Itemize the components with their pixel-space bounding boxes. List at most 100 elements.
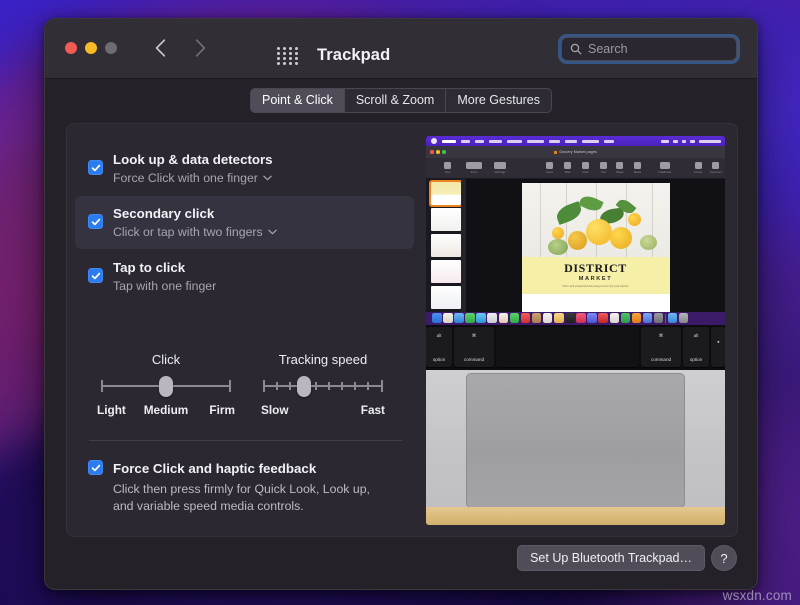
close-button[interactable]: [65, 42, 77, 54]
battery-icon: [661, 140, 669, 143]
back-button[interactable]: [149, 35, 171, 61]
set-up-bluetooth-trackpad-button[interactable]: Set Up Bluetooth Trackpad…: [517, 545, 705, 571]
checkbox-force-click[interactable]: [88, 460, 103, 475]
dock-icon-maps: [487, 313, 497, 323]
tab-more-gestures[interactable]: More Gestures: [446, 89, 551, 112]
desktop-background: Trackpad Search Point & Click Scroll & Z…: [0, 0, 800, 605]
show-all-grid-icon[interactable]: [277, 47, 301, 67]
menu-item-format: [507, 140, 522, 143]
click-slider-thumb[interactable]: [159, 376, 173, 397]
dock-icon-keynote: [610, 313, 620, 323]
preview-document-page: DISTRICT MARKET Farm style prepared food…: [522, 183, 670, 312]
menubar-clock: [699, 140, 721, 143]
dock-icon-tv: [565, 313, 575, 323]
dock-separator: [665, 314, 666, 323]
minimize-button[interactable]: [85, 42, 97, 54]
menu-item-file: [461, 140, 470, 143]
click-slider-max-label: Firm: [209, 403, 235, 417]
click-slider-group: Click Light Medium Firm: [101, 352, 231, 419]
help-button[interactable]: ?: [711, 545, 737, 571]
page-thumbnail-3: [431, 234, 461, 257]
option-force-click-and-haptic-feedback[interactable]: Force Click and haptic feedback Click th…: [75, 458, 414, 514]
dock-icon-reminders: [543, 313, 553, 323]
checkbox-tap-to-click[interactable]: [88, 268, 103, 283]
option-tap-to-click[interactable]: Tap to click Tap with one finger: [75, 250, 414, 303]
control-center-icon: [690, 140, 695, 143]
option-subtitle-row[interactable]: Force Click with one finger: [113, 169, 273, 187]
chevron-down-icon[interactable]: [268, 229, 277, 235]
preview-macbook-body: [426, 370, 725, 525]
banner-subtitle: MARKET: [522, 276, 670, 282]
force-click-subtitle-line2: and variable speed media controls.: [113, 498, 370, 515]
dock-icon-appstore: [643, 313, 653, 323]
page-thumbnail-5: [431, 286, 461, 309]
preview-desk-surface: [426, 507, 725, 525]
checkbox-secondary-click[interactable]: [88, 214, 103, 229]
click-slider-labels: Light Medium Firm: [101, 403, 231, 419]
dock-icon-contacts: [532, 313, 542, 323]
search-field[interactable]: Search: [561, 37, 737, 61]
option-look-up-and-data-detectors[interactable]: Look up & data detectors Force Click wit…: [75, 142, 414, 195]
option-subtitle-row[interactable]: Click or tap with two fingers: [113, 223, 277, 241]
preview-doc-title: Grocery Market.pages: [554, 150, 597, 154]
click-slider-min-label: Light: [97, 403, 126, 417]
preview-hero-photo: [522, 183, 670, 257]
forward-button[interactable]: [189, 35, 211, 61]
force-click-subtitle-line1: Click then press firmly for Quick Look, …: [113, 481, 370, 498]
menu-item-edit: [475, 140, 484, 143]
dock-icon-podcasts: [587, 313, 597, 323]
dock-icon-messages: [465, 313, 475, 323]
slider-tick: [341, 382, 343, 390]
preview-page-thumbnails: [426, 179, 466, 312]
search-icon: [570, 43, 582, 55]
preview-keyboard: altoption ⌘command ⌘command altoption ◂: [426, 325, 725, 370]
tracking-slider-min-label: Slow: [261, 403, 289, 417]
page-thumbnail-2: [431, 208, 461, 231]
slider-tick: [354, 382, 356, 390]
preview-document-canvas: DISTRICT MARKET Farm style prepared food…: [466, 179, 725, 312]
preview-traffic-lights: [430, 150, 446, 154]
option-subtitle: Click or tap with two fingers: [113, 223, 263, 241]
watermark: wsxdn.com: [723, 588, 792, 603]
tracking-slider-thumb[interactable]: [297, 376, 311, 397]
dock-icon-calendar: [521, 313, 531, 323]
slider-tick: [276, 382, 278, 390]
option-subtitle: Tap with one finger: [113, 277, 216, 295]
dock-icon-photos: [499, 313, 509, 323]
preview-menubar: [426, 136, 725, 146]
tab-point-and-click[interactable]: Point & Click: [251, 89, 345, 112]
checkbox-look-up[interactable]: [88, 160, 103, 175]
tracking-slider-labels: Slow Fast: [263, 403, 383, 419]
dock-icon-pages: [632, 313, 642, 323]
preview-trackpad-surface: [466, 373, 685, 508]
trackpad-demo-preview[interactable]: Grocery Market.pages View Zoom Add Page …: [426, 136, 725, 525]
key-command-left: ⌘command: [454, 327, 494, 367]
chevron-down-icon[interactable]: [263, 175, 272, 181]
slider-tick: [381, 380, 383, 392]
page-thumbnail-4: [431, 260, 461, 283]
menu-item-arrange: [527, 140, 544, 143]
option-title: Tap to click: [113, 258, 216, 277]
zoom-button[interactable]: [105, 42, 117, 54]
banner-title: DISTRICT: [522, 262, 670, 275]
click-slider-track[interactable]: [101, 376, 231, 396]
menu-item-share: [565, 140, 577, 143]
dock-icon-safari: [454, 313, 464, 323]
section-divider: [89, 440, 402, 441]
window-footer: Set Up Bluetooth Trackpad… ?: [45, 535, 757, 589]
dock-icon-music: [576, 313, 586, 323]
tracking-slider-track[interactable]: [263, 376, 383, 396]
traffic-lights: [65, 42, 117, 54]
tracking-slider-max-label: Fast: [361, 403, 385, 417]
menu-item-insert: [489, 140, 502, 143]
page-thumbnail-1: [431, 182, 461, 205]
slider-tick: [315, 382, 317, 390]
key-option-left: altoption: [426, 327, 452, 367]
menu-item-help: [604, 140, 614, 143]
option-secondary-click[interactable]: Secondary click Click or tap with two fi…: [75, 196, 414, 249]
tracking-speed-slider-group: Tracking speed: [263, 352, 383, 419]
key-arrow: ◂: [711, 327, 725, 367]
tab-scroll-and-zoom[interactable]: Scroll & Zoom: [345, 89, 447, 112]
dock-icon-finder: [432, 313, 442, 323]
menu-item-window: [582, 140, 599, 143]
